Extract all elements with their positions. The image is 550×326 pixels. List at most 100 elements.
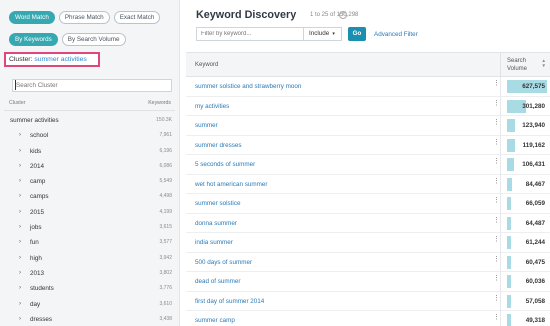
chevron-right-icon[interactable]: › (19, 235, 21, 250)
search-volume-value: 84,467 (525, 180, 545, 188)
more-options-icon[interactable]: ⋮ (493, 80, 500, 87)
table-row[interactable]: 500 days of summer ⋮ 60,475 (186, 252, 550, 272)
keyword-link[interactable]: summer dresses (195, 142, 242, 149)
table-row[interactable]: wet hot american summer ⋮ 84,467 (186, 174, 550, 194)
cluster-tree-item[interactable]: › kids 6,196 (0, 144, 179, 159)
phrase-match-button[interactable]: Phrase Match (58, 11, 110, 24)
table-row[interactable]: donna summer ⋮ 64,487 (186, 213, 550, 233)
keyword-link[interactable]: first day of summer 2014 (195, 298, 264, 305)
cluster-name: students (30, 285, 54, 293)
chevron-right-icon[interactable]: › (19, 297, 21, 312)
chevron-right-icon[interactable]: › (19, 220, 21, 235)
more-options-icon[interactable]: ⋮ (493, 119, 500, 126)
table-row[interactable]: summer solstice and strawberry moon ⋮ 627,… (186, 77, 550, 97)
cluster-tree-item[interactable]: › students 3,776 (0, 281, 179, 296)
table-row[interactable]: summer ⋮ 123,940 (186, 116, 550, 136)
keyword-link[interactable]: summer (195, 122, 218, 129)
more-options-icon[interactable]: ⋮ (493, 256, 500, 263)
exact-match-button[interactable]: Exact Match (113, 11, 161, 24)
keyword-link[interactable]: 5 seconds of summer (195, 161, 255, 168)
advanced-filter-link[interactable]: Advanced Filter (374, 31, 418, 38)
cluster-value[interactable]: summer activities (34, 56, 87, 63)
column-header-search-volume[interactable]: Search Volume (507, 57, 527, 73)
word-match-button[interactable]: Word Match (9, 11, 55, 24)
cluster-tree-item[interactable]: › 2013 3,802 (0, 266, 179, 281)
chevron-right-icon[interactable]: › (19, 128, 21, 143)
chevron-right-icon[interactable]: › (19, 205, 21, 220)
more-options-icon[interactable]: ⋮ (493, 197, 500, 204)
cluster-tree-item[interactable]: › 2015 4,199 (0, 205, 179, 220)
chevron-right-icon[interactable]: › (19, 312, 21, 326)
filter-keyword-input[interactable] (196, 27, 304, 41)
cluster-count: 4,199 (159, 208, 172, 215)
search-volume-value: 119,162 (522, 141, 545, 149)
cluster-count: 3,577 (159, 239, 172, 246)
match-type-toggle: Word Match Phrase Match Exact Match (9, 11, 161, 24)
chevron-right-icon[interactable]: › (19, 251, 21, 266)
chevron-right-icon[interactable]: › (19, 159, 21, 174)
table-row[interactable]: 5 seconds of summer ⋮ 106,431 (186, 155, 550, 175)
keyword-link[interactable]: india summer (195, 239, 233, 246)
keyword-link[interactable]: summer solstice and strawberry moon (195, 83, 301, 90)
cluster-name: fun (30, 239, 39, 247)
more-options-icon[interactable]: ⋮ (493, 100, 500, 107)
more-options-icon[interactable]: ⋮ (493, 178, 500, 185)
chevron-right-icon[interactable]: › (19, 144, 21, 159)
chevron-right-icon[interactable]: › (19, 281, 21, 296)
cluster-tree-item[interactable]: › fun 3,577 (0, 235, 179, 250)
cluster-tree-item[interactable]: › 2014 6,086 (0, 159, 179, 174)
keyword-link[interactable]: wet hot american summer (195, 181, 267, 188)
include-dropdown[interactable]: Include ▾ (304, 27, 342, 41)
chevron-down-icon: ▾ (332, 31, 335, 37)
volume-bar (507, 236, 511, 249)
volume-bar (507, 138, 515, 152)
more-options-icon[interactable]: ⋮ (493, 275, 500, 282)
cluster-count: 150.3K (156, 117, 172, 123)
keyword-link[interactable]: 500 days of summer (195, 259, 252, 266)
keyword-link[interactable]: dead of summer (195, 278, 241, 285)
text-cursor (15, 80, 16, 90)
keyword-link[interactable]: summer solstice (195, 200, 241, 207)
cluster-tree-item[interactable]: › camps 4,498 (0, 189, 179, 204)
cluster-tree-item[interactable]: › camp 5,549 (0, 174, 179, 189)
volume-bar (507, 255, 511, 269)
keyword-link[interactable]: my activities (195, 103, 229, 110)
cluster-name: high (30, 254, 42, 262)
more-options-icon[interactable]: ⋮ (493, 314, 500, 321)
more-options-icon[interactable]: ⋮ (493, 139, 500, 146)
table-row[interactable]: dead of summer ⋮ 60,036 (186, 272, 550, 292)
cluster-count: 4,498 (159, 193, 172, 200)
table-row[interactable]: summer dresses ⋮ 119,162 (186, 135, 550, 155)
cluster-tree-item[interactable]: › day 3,610 (0, 297, 179, 312)
cluster-sidebar: Word Match Phrase Match Exact Match By K… (0, 0, 180, 326)
cluster-tree-item[interactable]: › dresses 3,438 (0, 312, 179, 326)
more-options-icon[interactable]: ⋮ (493, 158, 500, 165)
current-cluster: Cluster: summer activities (4, 52, 100, 67)
table-row[interactable]: summer camp ⋮ 49,318 (186, 311, 550, 326)
table-row[interactable]: india summer ⋮ 61,244 (186, 233, 550, 253)
cluster-name: 2015 (30, 208, 45, 216)
table-row[interactable]: summer solstice ⋮ 66,059 (186, 194, 550, 214)
search-cluster-input[interactable] (12, 79, 172, 92)
chevron-right-icon[interactable]: › (19, 174, 21, 189)
more-options-icon[interactable]: ⋮ (493, 295, 500, 302)
cluster-tree-item[interactable]: › school 7,961 (0, 128, 179, 143)
more-options-icon[interactable]: ⋮ (493, 236, 500, 243)
cluster-tree-item[interactable]: › high 3,942 (0, 251, 179, 266)
help-icon[interactable]: ? (339, 11, 347, 19)
sort-icon[interactable]: ▲ ▼ (542, 58, 546, 68)
cluster-tree-item[interactable]: › jobs 3,615 (0, 220, 179, 235)
table-row[interactable]: first day of summer 2014 ⋮ 57,058 (186, 291, 550, 311)
by-search-volume-button[interactable]: By Search Volume (61, 33, 126, 46)
cluster-name: camps (30, 193, 49, 201)
more-options-icon[interactable]: ⋮ (493, 217, 500, 224)
cluster-tree-root[interactable]: summer activities 150.3K (0, 113, 179, 128)
keyword-link[interactable]: donna summer (195, 220, 237, 227)
table-row[interactable]: my activities ⋮ 301,280 (186, 96, 550, 116)
chevron-right-icon[interactable]: › (19, 266, 21, 281)
column-header-keyword[interactable]: Keyword (195, 62, 218, 68)
go-button[interactable]: Go (348, 27, 366, 41)
chevron-right-icon[interactable]: › (19, 189, 21, 204)
by-keywords-button[interactable]: By Keywords (9, 33, 58, 46)
keyword-link[interactable]: summer camp (195, 317, 235, 324)
